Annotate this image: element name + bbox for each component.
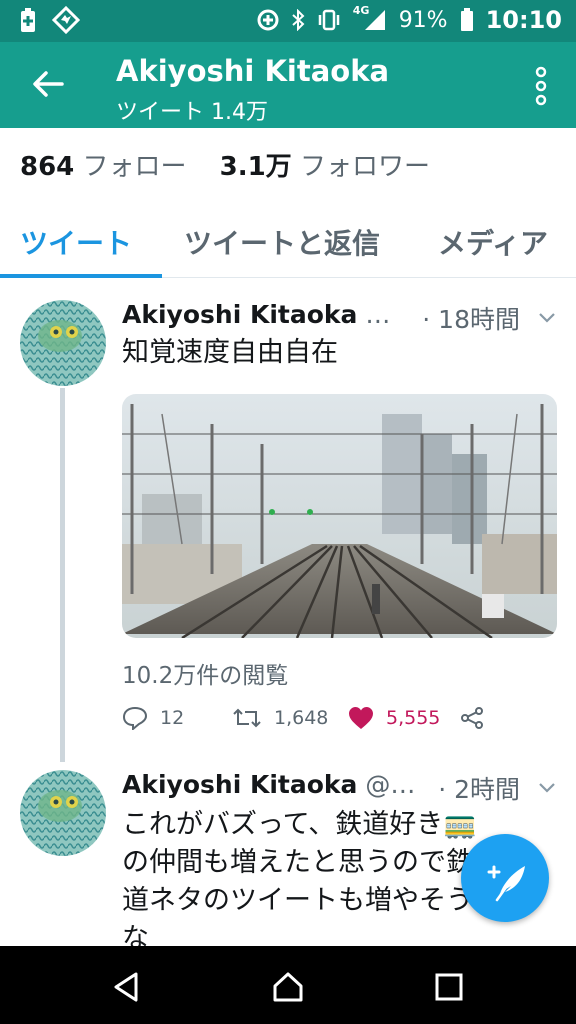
avatar[interactable]	[20, 770, 106, 856]
tweet[interactable]: Akiyoshi Kitaoka … · 18時間 知覚速度自由自在 10.2万…	[0, 296, 576, 766]
avatar[interactable]	[20, 300, 106, 386]
signal-icon	[364, 10, 385, 30]
thread-line	[60, 388, 65, 762]
reply-count: 12	[160, 707, 185, 729]
compose-tweet-button[interactable]	[461, 834, 549, 922]
tab-tweets-and-replies[interactable]: ツイートと返信	[184, 222, 380, 262]
retweet-icon	[233, 708, 261, 728]
recent-apps-icon[interactable]	[432, 970, 466, 1004]
active-tab-indicator	[0, 274, 162, 278]
profile-stats: 864 フォロー 3.1万 フォロワー	[20, 146, 430, 183]
author-name[interactable]: Akiyoshi Kitaoka	[122, 300, 357, 329]
back-triangle-icon[interactable]	[110, 970, 144, 1004]
following-link[interactable]: 864 フォロー	[20, 152, 187, 182]
compose-feather-icon	[487, 865, 525, 902]
chevron-down-icon[interactable]	[538, 778, 556, 796]
author-handle: …	[365, 300, 391, 329]
tweet-text: 知覚速度自由自在	[122, 337, 338, 368]
vibrate-icon	[318, 9, 339, 31]
tweet-time: · 18時間	[422, 305, 520, 334]
tweet-actions: 12 1,648 5,555	[122, 706, 484, 730]
status-bar: 4G 91% 10:10	[0, 0, 576, 42]
tweet-text-line: な	[122, 923, 149, 946]
battery-percent: 91%	[398, 7, 448, 33]
clock: 10:10	[485, 6, 562, 34]
author-handle: @…	[365, 770, 416, 799]
app-notification-icon	[52, 6, 80, 34]
app-bar: Akiyoshi Kitaoka ツイート 1.4万	[0, 42, 576, 128]
home-icon[interactable]	[271, 970, 305, 1004]
tweet-text: これがバズって、鉄道好き🚃 の仲間も増えたと思うので鉄 道ネタのツイートも増やそ…	[122, 806, 500, 946]
overflow-menu-icon[interactable]	[534, 66, 548, 106]
tweet-text-line: これがバズって、鉄道好き🚃	[122, 809, 477, 840]
battery-icon	[460, 8, 473, 31]
retweet-button[interactable]: 1,648	[232, 706, 348, 730]
like-button[interactable]: 5,555	[348, 706, 460, 730]
author-name[interactable]: Akiyoshi Kitaoka	[122, 770, 357, 799]
heart-filled-icon	[349, 707, 373, 729]
profile-tabs: ツイート ツイートと返信 メディア	[0, 212, 576, 278]
like-count: 5,555	[386, 707, 441, 729]
view-count: 10.2万件の閲覧	[122, 663, 289, 689]
profile-title: Akiyoshi Kitaoka	[116, 54, 390, 88]
back-arrow-icon[interactable]	[28, 64, 68, 104]
share-icon	[461, 707, 483, 729]
tweet-time: · 2時間	[438, 775, 520, 804]
tweet-video-thumbnail[interactable]	[122, 394, 557, 638]
followers-link[interactable]: 3.1万 フォロワー	[220, 152, 430, 182]
retweet-count: 1,648	[274, 707, 329, 729]
system-navigation-bar	[0, 946, 576, 1024]
battery-saver-icon	[21, 8, 35, 32]
tweet-text-line: 道ネタのツイートも増やそうか	[122, 885, 500, 916]
share-button[interactable]	[460, 706, 484, 730]
chevron-down-icon[interactable]	[538, 308, 556, 326]
reply-icon	[122, 706, 148, 730]
bluetooth-icon	[292, 9, 305, 31]
reply-button[interactable]: 12	[122, 706, 232, 730]
tab-tweets[interactable]: ツイート	[20, 222, 132, 262]
data-saver-icon	[257, 9, 279, 31]
tweet-text-line: の仲間も増えたと思うので鉄	[122, 847, 473, 878]
tab-media[interactable]: メディア	[438, 222, 548, 262]
tweet-count: ツイート 1.4万	[116, 100, 268, 125]
